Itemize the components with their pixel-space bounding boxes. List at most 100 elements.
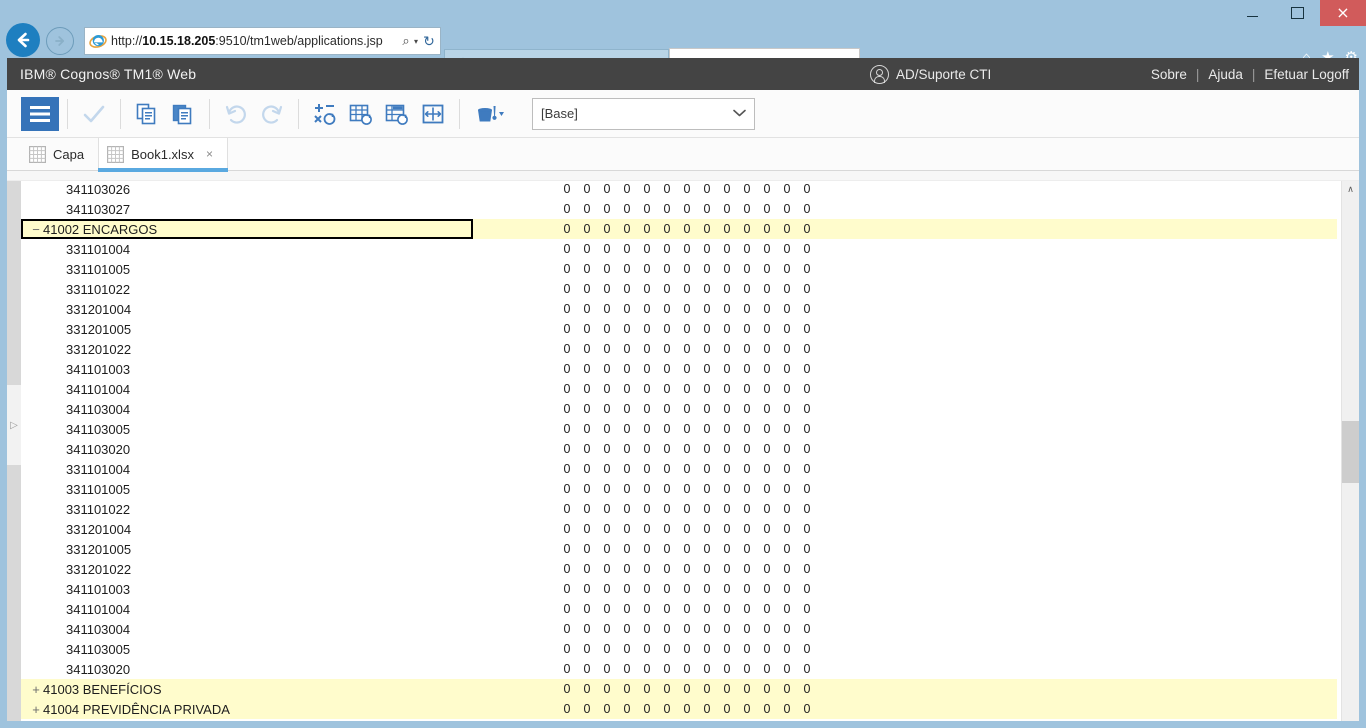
grid-cell[interactable]: 0 xyxy=(757,702,777,716)
grid-cell[interactable]: 0 xyxy=(617,462,637,476)
grid-cell[interactable]: 0 xyxy=(717,342,737,356)
row-label-cell[interactable]: 341103005 xyxy=(21,639,473,659)
grid-cell[interactable]: 0 xyxy=(577,322,597,336)
grid-cell[interactable]: 0 xyxy=(777,642,797,656)
grid-cell[interactable]: 0 xyxy=(637,282,657,296)
grid-cell[interactable]: 0 xyxy=(657,462,677,476)
grid-cell[interactable]: 0 xyxy=(717,182,737,196)
grid-cell[interactable]: 0 xyxy=(737,262,757,276)
grid-cell[interactable]: 0 xyxy=(557,422,577,436)
grid-cell[interactable]: 0 xyxy=(737,602,757,616)
grid-cell[interactable]: 0 xyxy=(737,662,757,676)
grid-cell[interactable]: 0 xyxy=(797,422,817,436)
grid-cell[interactable]: 0 xyxy=(597,362,617,376)
grid-cell[interactable]: 0 xyxy=(757,462,777,476)
grid-cell[interactable]: 0 xyxy=(797,462,817,476)
grid-cell[interactable]: 0 xyxy=(757,662,777,676)
table-row[interactable]: −41002 ENCARGOS 0 0 0 0 0 0 0 0 0 0 0 0 0 xyxy=(21,219,1337,239)
row-label-cell[interactable]: 331201022 xyxy=(21,559,473,579)
grid-cell[interactable]: 0 xyxy=(557,502,577,516)
grid-cell[interactable]: 0 xyxy=(777,442,797,456)
grid-cell[interactable]: 0 xyxy=(637,622,657,636)
table-row[interactable]: 341103020 0 0 0 0 0 0 0 0 0 0 0 0 0 xyxy=(21,439,1337,459)
grid-cell[interactable]: 0 xyxy=(757,602,777,616)
grid-cell[interactable]: 0 xyxy=(777,422,797,436)
grid-cell[interactable]: 0 xyxy=(777,222,797,236)
grid-cell[interactable]: 0 xyxy=(757,302,777,316)
grid-cell[interactable]: 0 xyxy=(697,422,717,436)
grid-cell[interactable]: 0 xyxy=(617,682,637,696)
grid-cell[interactable]: 0 xyxy=(597,302,617,316)
grid-cell[interactable]: 0 xyxy=(697,442,717,456)
grid-cell[interactable]: 0 xyxy=(697,402,717,416)
grid-cell[interactable]: 0 xyxy=(577,262,597,276)
sheet-tab-capa[interactable]: Capa xyxy=(21,138,98,170)
grid-cell[interactable]: 0 xyxy=(557,702,577,716)
grid-cell[interactable]: 0 xyxy=(797,442,817,456)
grid-cell[interactable]: 0 xyxy=(557,362,577,376)
row-label-cell[interactable]: 341103020 xyxy=(21,659,473,679)
grid-cell[interactable]: 0 xyxy=(757,522,777,536)
grid-cell[interactable]: 0 xyxy=(757,362,777,376)
grid-cell[interactable]: 0 xyxy=(777,702,797,716)
expand-icon[interactable]: + xyxy=(29,683,43,696)
grid-cell[interactable]: 0 xyxy=(617,202,637,216)
grid-cell[interactable]: 0 xyxy=(557,382,577,396)
grid-cell[interactable]: 0 xyxy=(777,342,797,356)
table-row[interactable]: 331101022 0 0 0 0 0 0 0 0 0 0 0 0 0 xyxy=(21,499,1337,519)
grid-cell[interactable]: 0 xyxy=(557,342,577,356)
row-label-cell[interactable]: 331101005 xyxy=(21,259,473,279)
grid-cell[interactable]: 0 xyxy=(657,542,677,556)
grid-cell[interactable]: 0 xyxy=(617,662,637,676)
grid-cell[interactable]: 0 xyxy=(557,682,577,696)
grid-cell[interactable]: 0 xyxy=(677,642,697,656)
grid-cell[interactable]: 0 xyxy=(797,402,817,416)
grid-cell[interactable]: 0 xyxy=(597,542,617,556)
autofit-columns-button[interactable] xyxy=(415,97,451,131)
row-label-cell[interactable]: 341101004 xyxy=(21,599,473,619)
scrollbar-thumb[interactable] xyxy=(1342,420,1359,483)
grid-cell[interactable]: 0 xyxy=(617,282,637,296)
grid-cell[interactable]: 0 xyxy=(597,322,617,336)
grid-cell[interactable]: 0 xyxy=(637,402,657,416)
grid-cell[interactable]: 0 xyxy=(757,182,777,196)
grid-cell[interactable]: 0 xyxy=(697,502,717,516)
grid-cell[interactable]: 0 xyxy=(757,262,777,276)
grid-cell[interactable]: 0 xyxy=(717,242,737,256)
grid-cell[interactable]: 0 xyxy=(617,222,637,236)
grid-cell[interactable]: 0 xyxy=(637,702,657,716)
grid-cell[interactable]: 0 xyxy=(757,402,777,416)
grid-cell[interactable]: 0 xyxy=(757,562,777,576)
grid-cell[interactable]: 0 xyxy=(757,622,777,636)
grid-cell[interactable]: 0 xyxy=(697,182,717,196)
row-label-cell[interactable]: +41004 PREVIDÊNCIA PRIVADA xyxy=(21,699,473,719)
grid-cell[interactable]: 0 xyxy=(757,202,777,216)
grid-cell[interactable]: 0 xyxy=(637,602,657,616)
grid-cell[interactable]: 0 xyxy=(777,362,797,376)
grid-cell[interactable]: 0 xyxy=(597,682,617,696)
grid-cell[interactable]: 0 xyxy=(737,422,757,436)
grid-cell[interactable]: 0 xyxy=(657,402,677,416)
row-label-cell[interactable]: +41003 BENEFÍCIOS xyxy=(21,679,473,699)
grid-cell[interactable]: 0 xyxy=(657,422,677,436)
grid-cell[interactable]: 0 xyxy=(697,362,717,376)
grid-cell[interactable]: 0 xyxy=(737,482,757,496)
table-row[interactable]: 331101005 0 0 0 0 0 0 0 0 0 0 0 0 0 xyxy=(21,479,1337,499)
grid-cell[interactable]: 0 xyxy=(737,462,757,476)
grid-cell[interactable]: 0 xyxy=(557,542,577,556)
commit-button[interactable] xyxy=(76,97,112,131)
grid-cell[interactable]: 0 xyxy=(637,262,657,276)
grid-cell[interactable]: 0 xyxy=(657,302,677,316)
grid-cell[interactable]: 0 xyxy=(577,482,597,496)
table-row[interactable]: +41004 PREVIDÊNCIA PRIVADA 0 0 0 0 0 0 0 0 0 0 0 0 0 xyxy=(21,699,1337,719)
table-row[interactable]: 341103005 0 0 0 0 0 0 0 0 0 0 0 0 0 xyxy=(21,419,1337,439)
table-row[interactable]: 341103026 0 0 0 0 0 0 0 0 0 0 0 0 0 xyxy=(21,181,1337,199)
grid-cell[interactable]: 0 xyxy=(597,502,617,516)
grid-cell[interactable]: 0 xyxy=(757,282,777,296)
grid-cell[interactable]: 0 xyxy=(777,322,797,336)
grid-cell[interactable]: 0 xyxy=(697,302,717,316)
address-bar[interactable]: http://10.15.18.205:9510/tm1web/applicat… xyxy=(84,27,441,55)
grid-cell[interactable]: 0 xyxy=(697,342,717,356)
grid-cell[interactable]: 0 xyxy=(577,362,597,376)
grid-cell[interactable]: 0 xyxy=(717,362,737,376)
